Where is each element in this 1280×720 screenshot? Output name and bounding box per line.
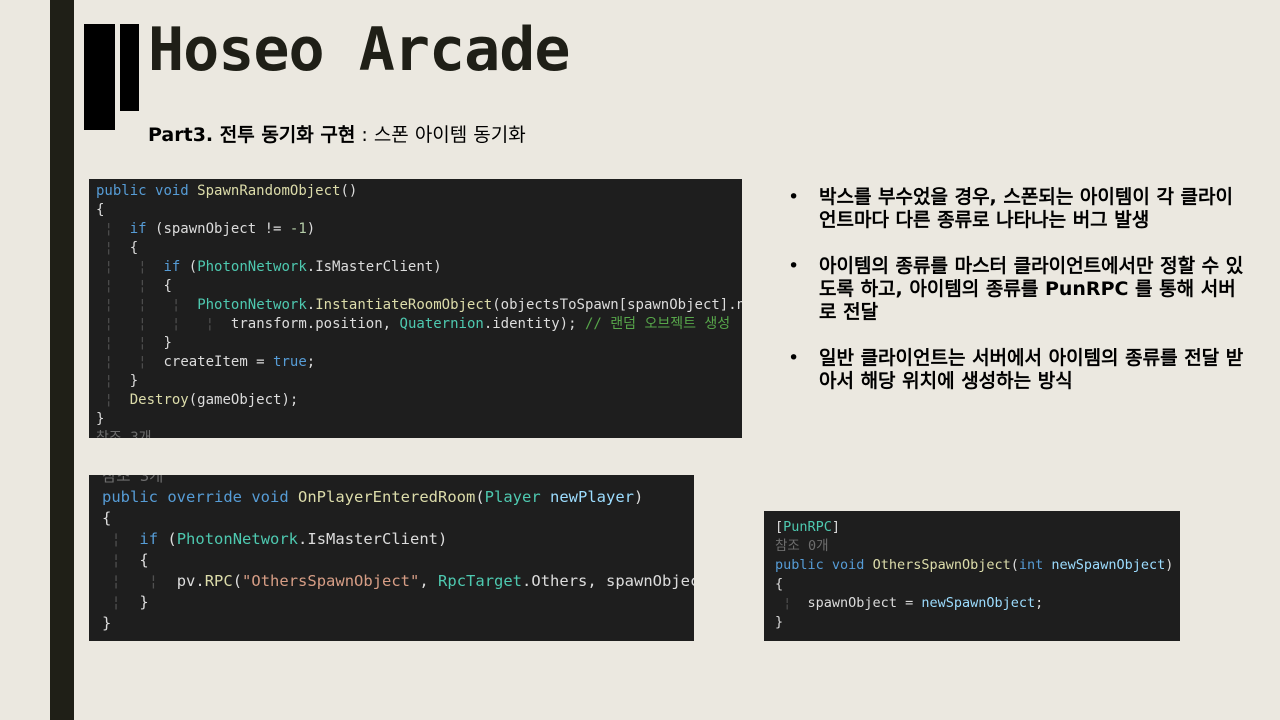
title-decor-block-small <box>120 24 139 111</box>
code-line: 참조 0개 <box>775 538 829 554</box>
code-line: [PunRPC] <box>775 519 841 535</box>
code-line: ¦ spawnObject = newSpawnObject; <box>783 595 1044 611</box>
code-line: ¦ { <box>111 551 149 569</box>
code-block-on-player-entered-room: 참조 3개 public override void OnPlayerEntere… <box>89 475 694 641</box>
bullet-item: 아이템의 종류를 마스터 클라이언트에서만 정할 수 있도록 하고, 아이템의 … <box>788 255 1248 324</box>
code-line: ¦ if (PhotonNetwork.IsMasterClient) <box>111 530 448 548</box>
code-line: ¦ } <box>111 593 149 611</box>
subtitle-bold-part: Part3. 전투 동기화 구현 <box>148 124 356 146</box>
code-line: ¦ ¦ { <box>104 278 172 294</box>
code-block-others-spawn-object: [PunRPC] 참조 0개 public void OthersSpawnObje… <box>764 511 1180 641</box>
title-decor-block-large <box>84 24 115 130</box>
code-line: ¦ ¦ ¦ PhotonNetwork.InstantiateRoomObjec… <box>104 297 742 313</box>
code-line: ¦ ¦ pv.RPC("OthersSpawnObject", RpcTarge… <box>111 572 694 590</box>
code-line: ¦ ¦ createItem = true; <box>104 354 316 370</box>
code-block-spawn-random-object: public void SpawnRandomObject() { ¦ if (s… <box>89 179 742 438</box>
code-line: ¦ ¦ } <box>104 335 172 351</box>
code-line: public void SpawnRandomObject() <box>96 183 358 199</box>
code-line: ¦ { <box>104 240 139 256</box>
code-line: 참조 3개 <box>96 430 152 438</box>
slide-subtitle: Part3. 전투 동기화 구현 : 스폰 아이템 동기화 <box>148 120 526 147</box>
code-line: ¦ } <box>104 373 139 389</box>
code-line: 참조 3개 <box>102 475 164 485</box>
bullet-item: 일반 클라이언트는 서버에서 아이템의 종류를 전달 받아서 해당 위치에 생성… <box>788 347 1248 393</box>
code-line: ¦ ¦ if (PhotonNetwork.IsMasterClient) <box>104 259 442 275</box>
left-accent-bar <box>50 0 74 720</box>
code-line: } <box>96 411 105 427</box>
subtitle-rest-part: : 스폰 아이템 동기화 <box>355 124 526 146</box>
code-line: public void OthersSpawnObject(int newSpa… <box>775 557 1174 573</box>
bullet-item: 박스를 부수었을 경우, 스폰되는 아이템이 각 클라이언트마다 다른 종류로 … <box>788 186 1248 232</box>
code-line: ¦ ¦ ¦ ¦ transform.position, Quaternion.i… <box>104 316 731 332</box>
bullet-list: 박스를 부수었을 경우, 스폰되는 아이템이 각 클라이언트마다 다른 종류로 … <box>788 186 1248 416</box>
code-line: { <box>775 576 784 592</box>
slide-title: Hoseo Arcade <box>148 15 570 85</box>
code-line: } <box>102 614 112 632</box>
code-line: public override void OnPlayerEnteredRoom… <box>102 488 644 506</box>
code-line: ¦ Destroy(gameObject); <box>104 392 299 408</box>
code-line: { <box>96 202 105 218</box>
code-line: ¦ if (spawnObject != -1) <box>104 221 316 237</box>
code-line: } <box>775 614 784 630</box>
code-line: { <box>102 509 112 527</box>
